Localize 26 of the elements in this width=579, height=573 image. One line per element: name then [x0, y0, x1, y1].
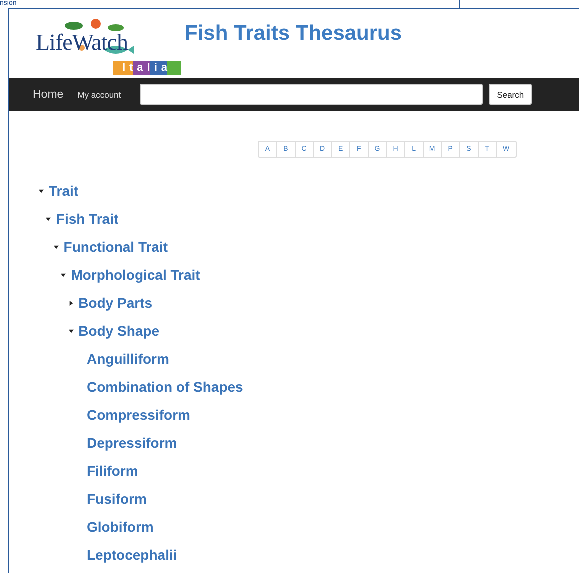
tree-item[interactable]: Globiform: [87, 519, 154, 535]
tree-item[interactable]: Body Shape: [78, 323, 160, 339]
tree-item[interactable]: Leptocephalii: [87, 547, 178, 563]
search-button[interactable]: Search: [489, 84, 532, 105]
site-title: Fish Traits Thesaurus: [185, 22, 402, 46]
tree-item[interactable]: Anguilliform: [87, 351, 170, 367]
tree-item[interactable]: Compressiform: [87, 407, 190, 423]
collapsed-triangle-icon[interactable]: [68, 300, 74, 306]
tree-item[interactable]: Functional Trait: [64, 239, 168, 255]
expanded-triangle-icon[interactable]: [46, 216, 52, 222]
home-link[interactable]: Home: [33, 88, 64, 100]
logo-text: LifeWatch: [36, 30, 128, 56]
tree-item[interactable]: Trait: [49, 183, 79, 199]
tree-item[interactable]: Fish Trait: [56, 211, 119, 227]
tree-item[interactable]: Morphological Trait: [71, 267, 200, 283]
tree-item[interactable]: Body Parts: [78, 295, 153, 311]
tree-item[interactable]: Combination of Shapes: [87, 379, 244, 395]
tree-item[interactable]: Filiform: [87, 463, 138, 479]
expanded-triangle-icon[interactable]: [61, 272, 66, 278]
account-link[interactable]: My account: [78, 90, 122, 100]
search-field[interactable]: [140, 84, 484, 105]
tree-item[interactable]: Depressiform: [87, 435, 178, 451]
expanded-triangle-icon[interactable]: [68, 328, 74, 334]
tree-item[interactable]: Fusiform: [87, 491, 147, 507]
expanded-triangle-icon[interactable]: [54, 244, 59, 250]
expanded-triangle-icon[interactable]: [39, 188, 44, 194]
